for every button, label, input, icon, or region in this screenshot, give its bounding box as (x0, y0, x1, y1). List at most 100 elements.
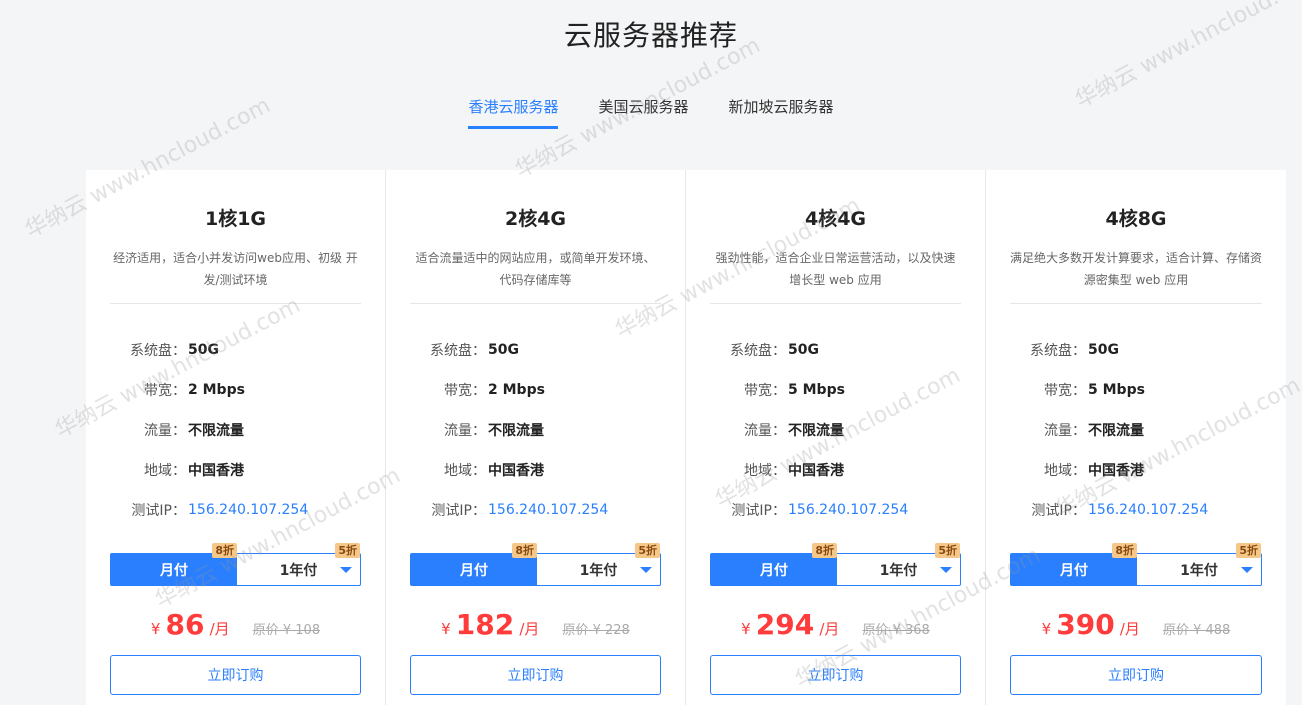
spec-value: 2 Mbps (488, 382, 545, 398)
caret-down-icon (340, 567, 352, 573)
spec-region: 地域： 中国香港 (1010, 450, 1262, 490)
pay-monthly-button[interactable]: 月付 8折 (1011, 543, 1137, 585)
pay-yearly-label: 1年付 (1180, 562, 1218, 579)
spec-label: 测试IP： (131, 503, 186, 519)
discount-badge: 5折 (635, 543, 660, 558)
pay-monthly-label: 月付 (160, 562, 188, 579)
spec-value: 5 Mbps (788, 382, 845, 398)
spec-value: 不限流量 (188, 423, 244, 439)
page: 云服务器推荐 香港云服务器 美国云服务器 新加坡云服务器 1核1G 经济适用，适… (0, 0, 1302, 705)
currency-symbol: ¥ (741, 620, 751, 638)
pay-monthly-label: 月付 (760, 562, 788, 579)
price: ¥ 294 /月 原价 ¥ 368 (710, 608, 961, 641)
original-price: 原价 ¥ 488 (1162, 623, 1231, 638)
original-price: 原价 ¥ 368 (862, 623, 930, 638)
discount-badge: 5折 (335, 543, 360, 558)
price-amount: 86 (165, 608, 205, 641)
payment-selector: 月付 8折 1年付 5折 (410, 543, 661, 586)
spec-label: 系统盘： (730, 343, 786, 359)
divider (1010, 303, 1262, 304)
spec-label: 地域： (444, 463, 486, 479)
buy-now-button[interactable]: 立即订购 (110, 655, 361, 695)
spec-value: 50G (788, 342, 819, 358)
buy-now-button[interactable]: 立即订购 (410, 655, 661, 695)
pay-monthly-button[interactable]: 月付 8折 (411, 543, 537, 585)
price-amount: 390 (1056, 608, 1115, 641)
spec-value: 中国香港 (488, 463, 544, 479)
spec-label: 带宽： (144, 383, 186, 399)
buy-now-button[interactable]: 立即订购 (710, 655, 961, 695)
spec-label: 测试IP： (431, 503, 486, 519)
payment-selector: 月付 8折 1年付 5折 (710, 543, 961, 586)
test-ip-link[interactable]: 156.240.107.254 (788, 502, 908, 518)
spec-label: 流量： (144, 423, 186, 439)
spec-label: 系统盘： (1030, 343, 1086, 359)
pay-monthly-button[interactable]: 月付 8折 (711, 543, 837, 585)
buy-now-button[interactable]: 立即订购 (1010, 655, 1262, 695)
spec-label: 系统盘： (430, 343, 486, 359)
discount-badge: 5折 (1236, 543, 1261, 558)
pay-yearly-dropdown[interactable]: 1年付 5折 (237, 543, 360, 585)
spec-label: 地域： (1044, 463, 1086, 479)
pay-monthly-button[interactable]: 月付 8折 (111, 543, 237, 585)
spec-test-ip: 测试IP： 156.240.107.254 (110, 490, 361, 530)
spec-bandwidth: 带宽： 5 Mbps (710, 370, 961, 410)
spec-label: 地域： (744, 463, 786, 479)
divider (410, 303, 661, 304)
price: ¥ 390 /月 原价 ¥ 488 (1010, 608, 1262, 641)
spec-disk: 系统盘： 50G (410, 330, 661, 370)
spec-value: 中国香港 (1088, 463, 1144, 479)
spec-test-ip: 测试IP： 156.240.107.254 (410, 490, 661, 530)
tab-singapore[interactable]: 新加坡云服务器 (729, 96, 834, 129)
spec-label: 测试IP： (731, 503, 786, 519)
spec-traffic: 流量： 不限流量 (110, 410, 361, 450)
spec-value: 50G (1088, 342, 1119, 358)
spec-traffic: 流量： 不限流量 (710, 410, 961, 450)
spec-label: 地域： (144, 463, 186, 479)
test-ip-link[interactable]: 156.240.107.254 (188, 502, 308, 518)
divider (710, 303, 961, 304)
discount-badge: 8折 (512, 543, 537, 558)
original-price: 原价 ¥ 228 (562, 623, 630, 638)
currency-symbol: ¥ (1041, 620, 1052, 638)
region-tabs: 香港云服务器 美国云服务器 新加坡云服务器 (0, 96, 1302, 129)
discount-badge: 8折 (812, 543, 837, 558)
currency-symbol: ¥ (150, 620, 161, 638)
plan-description: 适合流量适中的网站应用，或简单开发环境、代码存储库等 (415, 251, 656, 287)
payment-selector: 月付 8折 1年付 5折 (1010, 543, 1262, 586)
pay-yearly-dropdown[interactable]: 1年付 5折 (1137, 543, 1261, 585)
spec-label: 带宽： (444, 383, 486, 399)
price-unit: /月 (209, 620, 230, 638)
pay-monthly-label: 月付 (460, 562, 488, 579)
spec-value: 2 Mbps (188, 382, 245, 398)
caret-down-icon (940, 567, 952, 573)
tab-usa[interactable]: 美国云服务器 (598, 96, 688, 129)
spec-disk: 系统盘： 50G (710, 330, 961, 370)
original-price: 原价 ¥ 108 (252, 623, 321, 638)
test-ip-link[interactable]: 156.240.107.254 (1088, 502, 1208, 518)
pay-yearly-dropdown[interactable]: 1年付 5折 (837, 543, 960, 585)
spec-region: 地域： 中国香港 (410, 450, 661, 490)
plan-description: 强劲性能，适合企业日常运营活动，以及快速增长型 web 应用 (715, 251, 956, 287)
pay-monthly-label: 月付 (1060, 562, 1088, 579)
test-ip-link[interactable]: 156.240.107.254 (488, 502, 608, 518)
price-unit: /月 (1119, 620, 1140, 638)
pay-yearly-dropdown[interactable]: 1年付 5折 (537, 543, 660, 585)
spec-value: 50G (188, 342, 219, 358)
spec-label: 流量： (744, 423, 786, 439)
spec-label: 流量： (1044, 423, 1086, 439)
spec-value: 中国香港 (188, 463, 244, 479)
payment-selector: 月付 8折 1年付 5折 (110, 543, 361, 586)
divider (110, 303, 361, 304)
tab-hongkong[interactable]: 香港云服务器 (468, 96, 559, 129)
spec-value: 不限流量 (1088, 423, 1144, 439)
price-amount: 294 (755, 608, 815, 641)
plan-name: 4核4G (804, 208, 867, 230)
page-title: 云服务器推荐 (563, 19, 738, 52)
spec-bandwidth: 带宽： 2 Mbps (410, 370, 661, 410)
discount-badge: 8折 (1112, 543, 1137, 558)
plan-cards: 1核1G 经济适用，适合小并发访问web应用、初级 开发/测试环境 系统盘： 5… (86, 170, 1286, 705)
discount-badge: 5折 (935, 543, 960, 558)
spec-traffic: 流量： 不限流量 (410, 410, 661, 450)
spec-label: 带宽： (744, 383, 786, 399)
